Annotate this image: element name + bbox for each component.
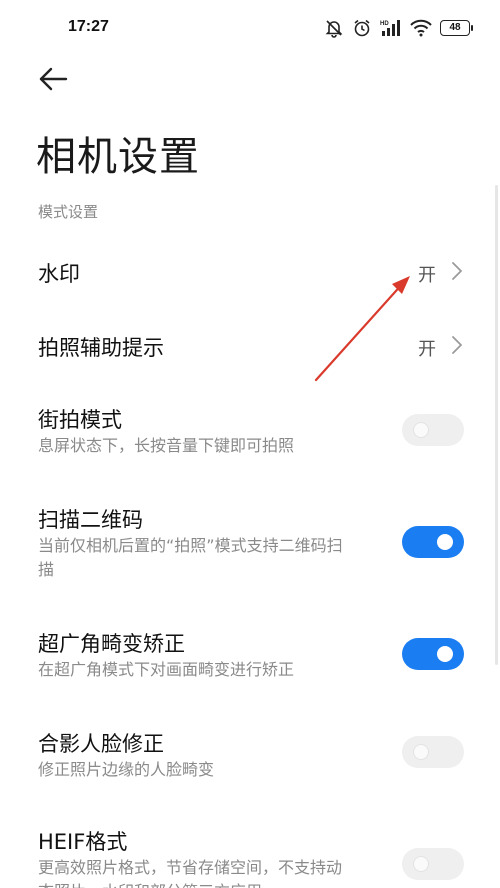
setting-value: 开 [418,339,436,360]
toggle-knob [413,744,429,760]
page-title: 相机设置 [36,134,200,180]
heif-format-toggle[interactable] [402,848,464,880]
setting-ultrawide-correction[interactable]: 超广角畸变矫正 在超广角模式下对画面畸变进行矫正 [0,620,500,700]
setting-scan-qr[interactable]: 扫描二维码 当前仅相机后置的“拍照”模式支持二维码扫 描 [0,496,500,596]
setting-heif-format[interactable]: HEIF格式 更高效照片格式，节省存储空间，不支持动 态照片、水印和部分第三方应… [0,818,500,888]
setting-title: 超广角畸变矫正 [38,632,185,656]
status-bar: 17:27 HD 48 [0,0,500,56]
setting-street-mode[interactable]: 街拍模式 息屏状态下，长按音量下键即可拍照 [0,396,500,476]
toggle-knob [437,534,453,550]
street-mode-toggle[interactable] [402,414,464,446]
setting-group-face-correction[interactable]: 合影人脸修正 修正照片边缘的人脸畸变 [0,720,500,800]
alarm-icon [352,18,372,38]
back-arrow-icon [39,67,68,91]
setting-title: 扫描二维码 [38,508,143,532]
setting-watermark[interactable]: 水印 开 [0,238,500,304]
status-time: 17:27 [68,18,109,35]
svg-text:HD: HD [380,21,389,27]
toggle-knob [413,856,429,872]
battery-icon: 48 [440,20,473,36]
setting-description: 在超广角模式下对画面畸变进行矫正 [38,660,295,679]
wifi-icon [410,19,432,37]
back-button[interactable] [32,62,76,98]
setting-value: 开 [418,265,436,286]
chevron-right-icon [452,336,462,354]
mute-icon [324,18,344,38]
toggle-knob [413,422,429,438]
setting-description: 修正照片边缘的人脸畸变 [38,760,215,779]
setting-description: 描 [38,560,55,579]
setting-title: 街拍模式 [38,408,122,432]
setting-shooting-assist[interactable]: 拍照辅助提示 开 [0,312,500,378]
chevron-right-icon [452,262,462,280]
group-face-correction-toggle[interactable] [402,736,464,768]
ultrawide-correction-toggle[interactable] [402,638,464,670]
setting-description: 更高效照片格式，节省存储空间，不支持动 [38,858,343,877]
setting-title: HEIF格式 [38,830,128,854]
status-icons: HD 48 [324,17,473,39]
setting-title: 拍照辅助提示 [38,336,164,360]
setting-title: 水印 [38,262,80,286]
setting-title: 合影人脸修正 [38,732,164,756]
hd-signal-icon: HD [380,18,402,38]
toggle-knob [437,646,453,662]
setting-description: 息屏状态下，长按音量下键即可拍照 [38,436,295,455]
setting-description: 态照片、水印和部分第三方应用 [38,880,262,888]
section-header: 模式设置 [38,203,99,221]
scan-qr-toggle[interactable] [402,526,464,558]
setting-description: 当前仅相机后置的“拍照”模式支持二维码扫 [38,536,343,555]
